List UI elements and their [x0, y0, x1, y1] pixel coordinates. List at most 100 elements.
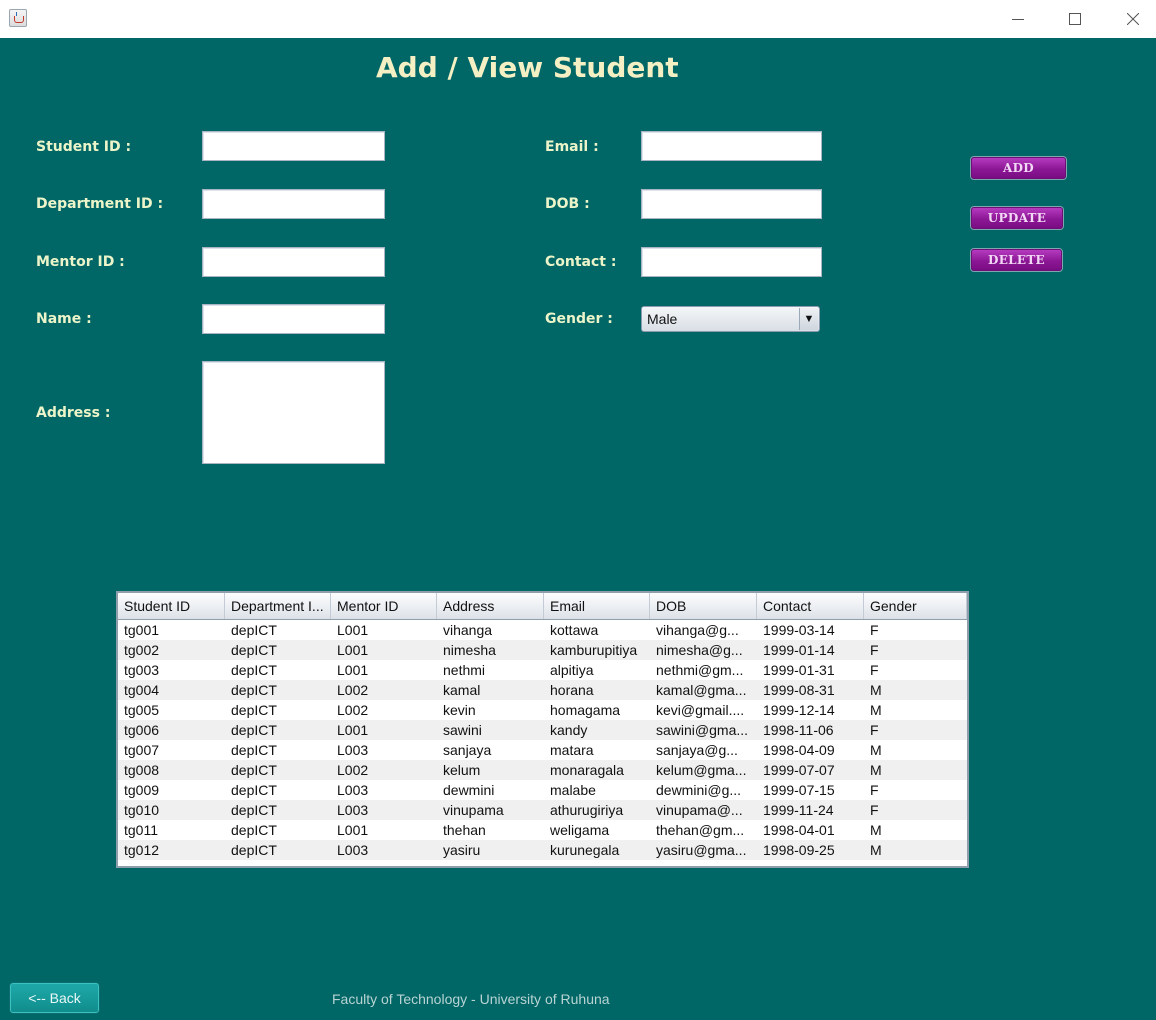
table-row[interactable]: tg012 depICT L003 yasiru kurunegala yasiru@gm…: [118, 840, 967, 860]
table-row[interactable]: tg005 depICT L002 kevin homagama kevi@gmail..…: [118, 700, 967, 720]
table-cell: yasiru@gma...: [656, 842, 747, 858]
table-cell: tg006: [124, 722, 160, 738]
contact-input[interactable]: [641, 247, 822, 277]
table-cell: athurugiriya: [550, 802, 624, 818]
dropdown-arrow-icon[interactable]: ▼: [799, 308, 818, 330]
column-header[interactable]: Address: [437, 593, 544, 619]
table-cell: depICT: [231, 622, 277, 638]
table-cell: vinupama@...: [656, 802, 743, 818]
table-cell: tg011: [124, 822, 158, 838]
table-cell: matara: [550, 742, 594, 758]
dob-input[interactable]: [641, 189, 822, 219]
table-cell: tg007: [124, 742, 160, 758]
table-row[interactable]: tg003 depICT L001 nethmi alpitiya nethmi@gm..…: [118, 660, 967, 680]
table-cell: depICT: [231, 642, 277, 658]
department-id-input[interactable]: [202, 189, 385, 219]
delete-button[interactable]: DELETE: [971, 249, 1062, 271]
table-cell: depICT: [231, 722, 277, 738]
table-cell: F: [870, 642, 879, 658]
table-cell: tg004: [124, 682, 160, 698]
gender-select[interactable]: Male ▼: [641, 306, 820, 332]
table-cell: M: [870, 762, 882, 778]
table-row[interactable]: tg004 depICT L002 kamal horana kamal@gma... 19…: [118, 680, 967, 700]
table-cell: depICT: [231, 802, 277, 818]
column-header[interactable]: Email: [544, 593, 650, 619]
address-textarea[interactable]: [202, 361, 385, 464]
table-cell: tg003: [124, 662, 160, 678]
table-row[interactable]: tg006 depICT L001 sawini kandy sawini@gma... 1…: [118, 720, 967, 740]
student-id-input[interactable]: [202, 131, 385, 161]
table-cell: L001: [337, 642, 369, 658]
java-cup-icon: [9, 9, 27, 27]
table-cell: depICT: [231, 782, 277, 798]
table-cell: dewmini: [443, 782, 495, 798]
table-cell: tg009: [124, 782, 160, 798]
column-header[interactable]: Mentor ID: [331, 593, 437, 619]
table-row[interactable]: tg001 depICT L001 vihanga kottawa vihanga@g..…: [118, 620, 967, 640]
table-cell: depICT: [231, 682, 277, 698]
table-cell: F: [870, 782, 879, 798]
table-cell: L001: [337, 662, 369, 678]
table-cell: kevi@gmail....: [656, 702, 745, 718]
table-cell: L002: [337, 682, 369, 698]
table-cell: M: [870, 742, 882, 758]
name-input[interactable]: [202, 304, 385, 334]
minimize-icon[interactable]: [989, 0, 1047, 38]
table-cell: 1999-07-07: [763, 762, 835, 778]
contact-label: Contact :: [545, 254, 617, 270]
table-cell: L003: [337, 802, 369, 818]
table-cell: M: [870, 822, 882, 838]
table-cell: horana: [550, 682, 594, 698]
add-button[interactable]: ADD: [971, 157, 1066, 179]
column-header[interactable]: DOB: [650, 593, 757, 619]
table-cell: nimesha: [443, 642, 496, 658]
back-button[interactable]: <-- Back: [9, 982, 100, 1014]
update-button[interactable]: UPDATE: [971, 207, 1063, 229]
maximize-icon[interactable]: [1046, 0, 1104, 38]
student-table[interactable]: Student ID Department I... Mentor ID Add…: [116, 591, 969, 868]
table-cell: 1999-01-31: [763, 662, 835, 678]
gender-selected-value: Male: [647, 311, 678, 327]
table-cell: depICT: [231, 762, 277, 778]
table-cell: L002: [337, 702, 369, 718]
table-cell: L003: [337, 782, 369, 798]
main-panel: Add / View Student Student ID : Departme…: [0, 38, 1156, 1020]
table-cell: L001: [337, 722, 369, 738]
column-header[interactable]: Gender: [864, 593, 967, 619]
table-header: Student ID Department I... Mentor ID Add…: [118, 593, 967, 620]
table-cell: tg008: [124, 762, 160, 778]
gender-label: Gender :: [545, 311, 613, 327]
table-cell: 1999-03-14: [763, 622, 835, 638]
table-cell: sanjaya: [443, 742, 492, 758]
table-cell: M: [870, 842, 882, 858]
table-cell: depICT: [231, 662, 277, 678]
column-header[interactable]: Department I...: [225, 593, 331, 619]
table-cell: thehan@gm...: [656, 822, 745, 838]
table-cell: kamburupitiya: [550, 642, 638, 658]
table-row[interactable]: tg007 depICT L003 sanjaya matara sanjaya@g...…: [118, 740, 967, 760]
table-cell: F: [870, 722, 879, 738]
table-cell: F: [870, 662, 879, 678]
table-row[interactable]: tg011 depICT L001 thehan weligama thehan@gm..…: [118, 820, 967, 840]
table-cell: L002: [337, 762, 369, 778]
dob-label: DOB :: [545, 196, 590, 212]
close-icon[interactable]: [1104, 0, 1156, 38]
table-cell: yasiru: [443, 842, 481, 858]
table-cell: 1999-11-24: [763, 802, 834, 818]
column-header[interactable]: Contact: [757, 593, 864, 619]
table-cell: vinupama: [443, 802, 504, 818]
table-cell: vihanga: [443, 622, 493, 638]
table-cell: M: [870, 682, 882, 698]
table-cell: kottawa: [550, 622, 599, 638]
table-cell: nethmi: [443, 662, 486, 678]
column-header[interactable]: Student ID: [118, 593, 225, 619]
table-row[interactable]: tg009 depICT L003 dewmini malabe dewmini@g...…: [118, 780, 967, 800]
table-row[interactable]: tg010 depICT L003 vinupama athurugiriya vinup…: [118, 800, 967, 820]
mentor-id-input[interactable]: [202, 247, 385, 277]
table-row[interactable]: tg002 depICT L001 nimesha kamburupitiya nimes…: [118, 640, 967, 660]
table-row[interactable]: tg008 depICT L002 kelum monaragala kelum@gma.…: [118, 760, 967, 780]
email-input[interactable]: [641, 131, 822, 161]
table-cell: 1999-08-31: [763, 682, 835, 698]
address-label: Address :: [36, 405, 111, 421]
table-cell: F: [870, 622, 879, 638]
